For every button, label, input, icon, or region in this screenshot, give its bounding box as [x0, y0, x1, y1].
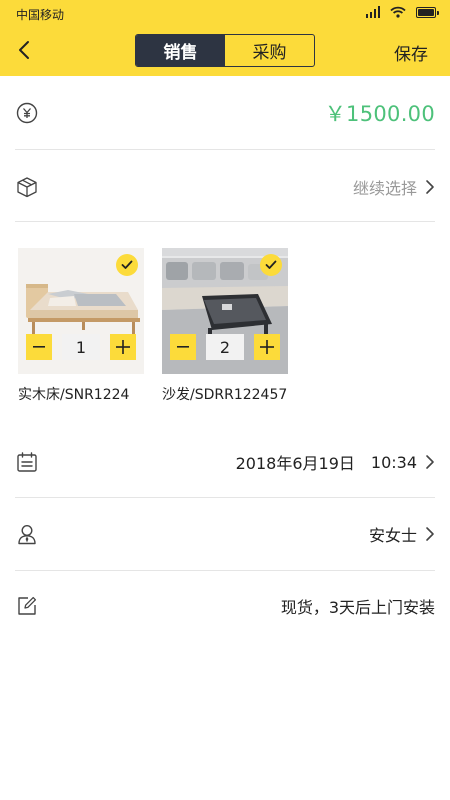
- wifi-icon: [390, 6, 406, 18]
- sale-purchase-toggle: 销售 采购: [135, 34, 315, 67]
- selected-check-icon[interactable]: [116, 254, 138, 276]
- package-icon: [15, 175, 39, 199]
- quantity-value[interactable]: 2: [206, 334, 244, 360]
- note-row[interactable]: 现货，3天后上门安装: [15, 587, 435, 625]
- date-value: 2018年6月19日: [235, 454, 355, 473]
- customer-name: 安女士: [368, 526, 417, 545]
- amount-value: ￥1500.00: [324, 102, 435, 126]
- chevron-right-icon: [426, 527, 434, 541]
- plus-icon: [260, 340, 274, 354]
- continue-select-label: 继续选择: [352, 179, 417, 198]
- chevron-left-icon: [19, 41, 29, 59]
- back-button[interactable]: [12, 36, 36, 64]
- divider: [15, 570, 435, 571]
- top-bar: 中国移动 销售 采购 保存: [0, 0, 450, 76]
- save-button[interactable]: 保存: [394, 40, 428, 65]
- status-bar: 中国移动: [0, 0, 450, 28]
- divider: [15, 149, 435, 150]
- calendar-icon: [15, 450, 39, 474]
- products-row[interactable]: 继续选择: [15, 168, 435, 206]
- battery-icon: [416, 6, 439, 18]
- increase-button[interactable]: [254, 334, 280, 360]
- bed-image: 1: [18, 248, 144, 374]
- tab-sales[interactable]: 销售: [136, 35, 225, 66]
- decrease-button[interactable]: [170, 334, 196, 360]
- status-icons: [366, 6, 439, 18]
- date-row[interactable]: 2018年6月19日 10:34: [15, 443, 435, 481]
- divider: [15, 221, 435, 222]
- divider: [15, 497, 435, 498]
- edit-icon: [15, 594, 39, 618]
- decrease-button[interactable]: [26, 334, 52, 360]
- yuan-icon: [15, 101, 39, 125]
- note-value: 现货，3天后上门安装: [280, 598, 435, 617]
- carrier-name: 中国移动: [16, 8, 65, 22]
- minus-icon: [177, 346, 189, 348]
- chevron-right-icon: [426, 180, 434, 194]
- plus-icon: [116, 340, 130, 354]
- signal-icon: [366, 6, 380, 18]
- quantity-stepper: 1: [26, 334, 136, 360]
- amount-row[interactable]: ￥1500.00: [15, 94, 435, 132]
- quantity-value[interactable]: 1: [62, 334, 100, 360]
- minus-icon: [33, 346, 45, 348]
- quantity-stepper: 2: [170, 334, 280, 360]
- increase-button[interactable]: [110, 334, 136, 360]
- sofa-image: 2: [162, 248, 288, 374]
- product-name: 实木床/SNR1224: [18, 387, 130, 403]
- selected-check-icon[interactable]: [260, 254, 282, 276]
- product-name: 沙发/SDRR122457: [162, 387, 288, 403]
- time-value: 10:34: [370, 452, 417, 472]
- person-icon: [15, 522, 39, 546]
- product-card[interactable]: 1 实木床/SNR1224: [18, 248, 144, 404]
- chevron-right-icon: [426, 455, 434, 469]
- customer-row[interactable]: 安女士: [15, 515, 435, 553]
- product-card[interactable]: 2 沙发/SDRR122457: [162, 248, 288, 404]
- tab-purchase[interactable]: 采购: [225, 35, 314, 66]
